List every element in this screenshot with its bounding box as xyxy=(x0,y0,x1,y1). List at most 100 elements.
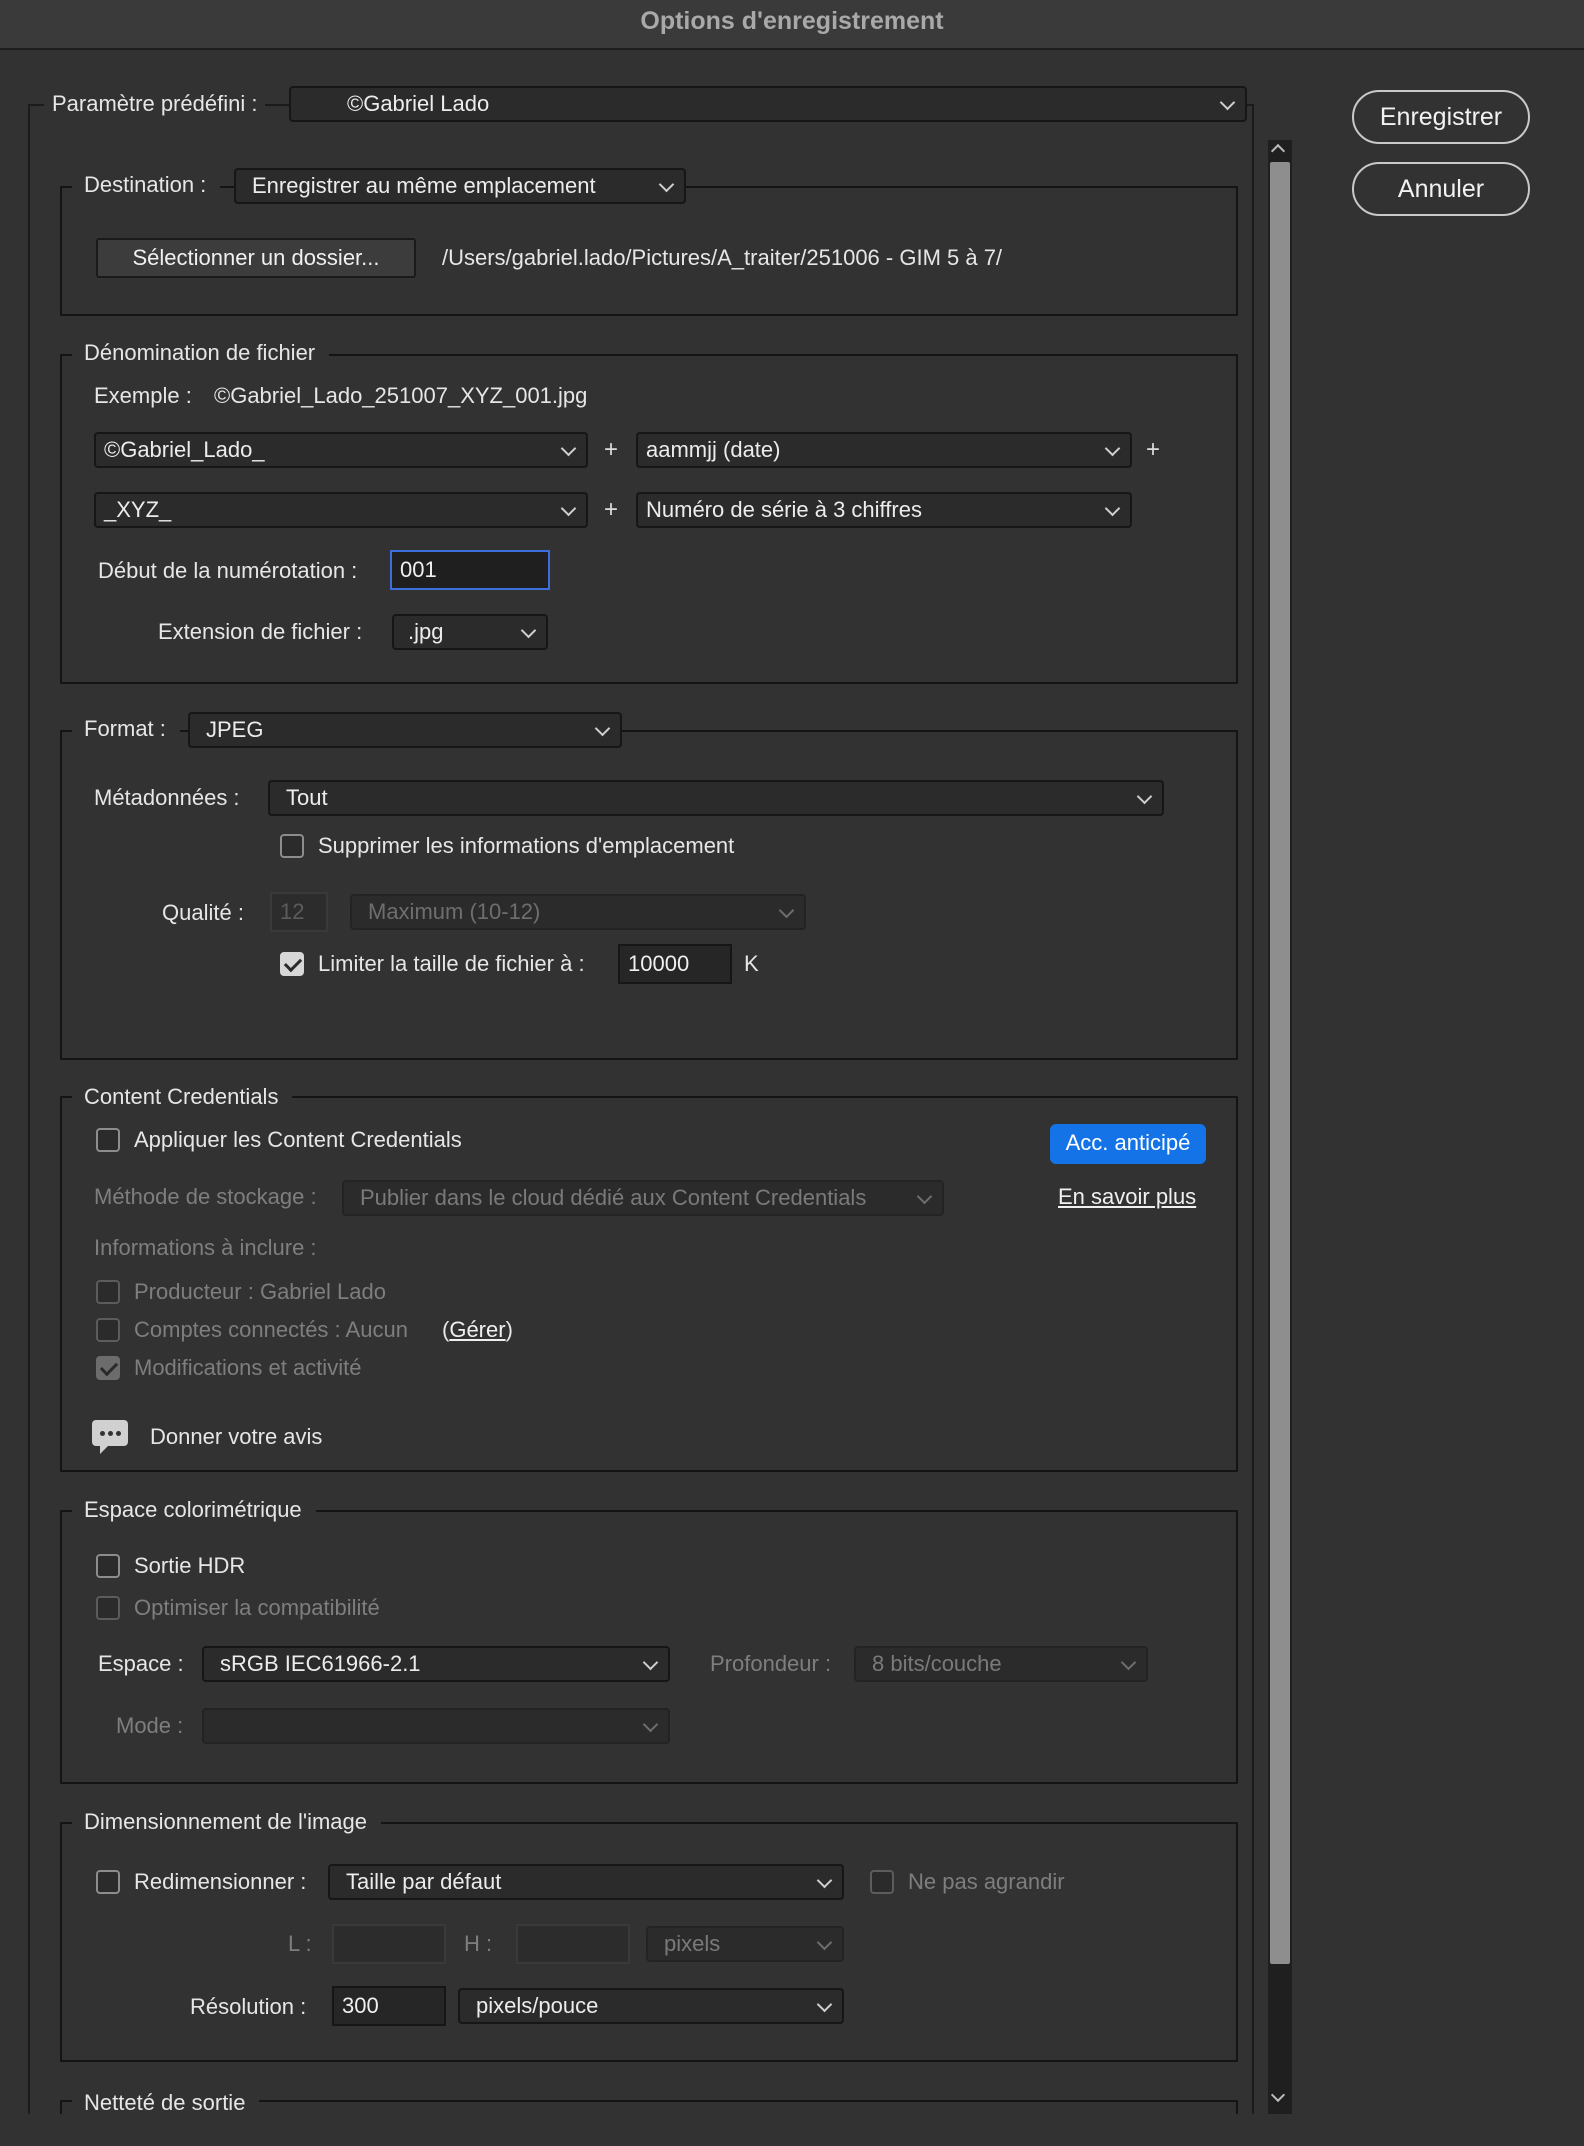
naming-part-4-select[interactable]: Numéro de série à 3 chiffres xyxy=(636,492,1132,528)
preset-label: Paramètre prédéfini : xyxy=(44,89,266,119)
chevron-down-icon xyxy=(658,176,675,193)
quality-preset-value: Maximum (10-12) xyxy=(368,899,541,924)
resolution-input[interactable]: 300 xyxy=(332,1986,446,2026)
resolution-unit-value: pixels/pouce xyxy=(476,1993,599,2018)
mode-select[interactable] xyxy=(202,1708,670,1744)
chevron-down-icon xyxy=(1219,94,1236,111)
hdr-output-checkbox[interactable] xyxy=(96,1554,120,1578)
quality-select[interactable]: Maximum (10-12) xyxy=(350,894,806,930)
limit-size-checkbox[interactable] xyxy=(280,952,304,976)
naming-part-2-select[interactable]: aammjj (date) xyxy=(636,432,1132,468)
width-label: L : xyxy=(288,1931,312,1956)
naming-part-1-value: ©Gabriel_Lado_ xyxy=(104,437,265,462)
cancel-button[interactable]: Annuler xyxy=(1352,162,1530,216)
mode-label: Mode : xyxy=(116,1713,184,1738)
content-credentials-legend: Content Credentials xyxy=(72,1082,293,1112)
resolution-unit-select[interactable]: pixels/pouce xyxy=(458,1988,844,2024)
naming-part-3-select[interactable]: _XYZ_ xyxy=(94,492,588,528)
feedback-link[interactable]: Donner votre avis xyxy=(150,1422,322,1452)
remove-location-label: Supprimer les informations d'emplacement xyxy=(318,833,735,858)
format-label: Format : xyxy=(72,714,180,744)
chevron-down-icon xyxy=(594,720,611,737)
connected-accounts-checkbox[interactable] xyxy=(96,1318,120,1342)
resize-checkbox[interactable] xyxy=(96,1870,120,1894)
optimize-compat-checkbox[interactable] xyxy=(96,1596,120,1620)
chevron-down-icon xyxy=(816,1872,833,1889)
producer-label: Producteur : Gabriel Lado xyxy=(134,1279,386,1304)
metadata-value: Tout xyxy=(286,785,328,810)
extension-select[interactable]: .jpg xyxy=(392,614,548,650)
learn-more-link[interactable]: En savoir plus xyxy=(1058,1182,1196,1212)
space-label: Espace : xyxy=(98,1651,184,1676)
edits-activity-checkbox[interactable] xyxy=(96,1356,120,1380)
edits-activity-label: Modifications et activité xyxy=(134,1355,362,1380)
feedback-icon[interactable] xyxy=(92,1420,128,1454)
start-number-input[interactable]: 001 xyxy=(390,550,550,590)
plus-sign: + xyxy=(604,496,619,523)
chevron-down-icon xyxy=(1104,440,1121,457)
format-value: JPEG xyxy=(206,717,264,742)
scrollbar-thumb[interactable] xyxy=(1270,162,1290,1964)
plus-sign: + xyxy=(604,436,619,463)
size-unit-value: pixels xyxy=(664,1931,721,1956)
resolution-label: Résolution : xyxy=(190,1994,307,2019)
storage-method-label: Méthode de stockage : xyxy=(94,1184,317,1209)
resize-label: Redimensionner : xyxy=(134,1869,307,1894)
depth-select[interactable]: 8 bits/couche xyxy=(854,1646,1148,1682)
output-sharpening-legend: Netteté de sortie xyxy=(72,2088,260,2114)
start-number-label: Début de la numérotation : xyxy=(98,558,358,583)
early-access-badge: Acc. anticipé xyxy=(1050,1124,1206,1164)
preset-value: ©Gabriel Lado xyxy=(347,91,490,116)
naming-part-1-select[interactable]: ©Gabriel_Lado_ xyxy=(94,432,588,468)
depth-value: 8 bits/couche xyxy=(872,1651,1002,1676)
limit-size-unit: K xyxy=(744,951,759,976)
quality-input[interactable]: 12 xyxy=(270,892,328,932)
plus-sign: + xyxy=(1146,436,1161,463)
paren-close: ) xyxy=(505,1317,513,1342)
save-button[interactable]: Enregistrer xyxy=(1352,90,1530,144)
hdr-output-label: Sortie HDR xyxy=(134,1553,246,1578)
no-enlarge-checkbox[interactable] xyxy=(870,1870,894,1894)
chevron-down-icon xyxy=(916,1188,933,1205)
apply-credentials-checkbox[interactable] xyxy=(96,1128,120,1152)
height-label: H : xyxy=(464,1931,493,1956)
resize-select[interactable]: Taille par défaut xyxy=(328,1864,844,1900)
image-sizing-legend: Dimensionnement de l'image xyxy=(72,1807,382,1837)
file-naming-legend: Dénomination de fichier xyxy=(72,338,330,368)
chevron-down-icon xyxy=(816,1996,833,2013)
naming-part-3-value: _XYZ_ xyxy=(104,497,172,522)
limit-size-label: Limiter la taille de fichier à : xyxy=(318,951,585,976)
optimize-compat-label: Optimiser la compatibilité xyxy=(134,1595,380,1620)
limit-size-input[interactable]: 10000 xyxy=(618,944,732,984)
height-input[interactable] xyxy=(516,1924,630,1964)
include-info-label: Informations à inclure : xyxy=(94,1235,317,1260)
extension-value: .jpg xyxy=(408,619,444,644)
chevron-down-icon xyxy=(520,622,537,639)
example-label: Exemple : xyxy=(94,383,192,408)
manage-link-group[interactable]: (Gérer) xyxy=(442,1315,513,1345)
destination-value: Enregistrer au même emplacement xyxy=(252,173,596,198)
destination-label: Destination : xyxy=(72,170,221,200)
space-select[interactable]: sRGB IEC61966-2.1 xyxy=(202,1646,670,1682)
format-select[interactable]: JPEG xyxy=(188,712,622,748)
choose-folder-button[interactable]: Sélectionner un dossier... xyxy=(96,238,416,278)
destination-path: /Users/gabriel.lado/Pictures/A_traiter/2… xyxy=(442,245,1003,270)
producer-checkbox[interactable] xyxy=(96,1280,120,1304)
depth-label: Profondeur : xyxy=(710,1651,832,1676)
width-input[interactable] xyxy=(332,1924,446,1964)
apply-credentials-label: Appliquer les Content Credentials xyxy=(134,1127,462,1152)
naming-part-4-value: Numéro de série à 3 chiffres xyxy=(646,497,922,522)
remove-location-checkbox[interactable] xyxy=(280,834,304,858)
dialog-bottom-edge xyxy=(0,2114,1584,2146)
extension-label: Extension de fichier : xyxy=(158,619,363,644)
storage-method-select[interactable]: Publier dans le cloud dédié aux Content … xyxy=(342,1180,944,1216)
chevron-down-icon xyxy=(1136,788,1153,805)
metadata-select[interactable]: Tout xyxy=(268,780,1164,816)
color-space-legend: Espace colorimétrique xyxy=(72,1495,316,1525)
no-enlarge-label: Ne pas agrandir xyxy=(908,1869,1065,1894)
manage-link[interactable]: Gérer xyxy=(449,1317,505,1342)
resize-value: Taille par défaut xyxy=(346,1869,502,1894)
size-unit-select[interactable]: pixels xyxy=(646,1926,844,1962)
preset-select[interactable]: ©Gabriel Lado xyxy=(289,86,1247,122)
destination-select[interactable]: Enregistrer au même emplacement xyxy=(234,168,686,204)
